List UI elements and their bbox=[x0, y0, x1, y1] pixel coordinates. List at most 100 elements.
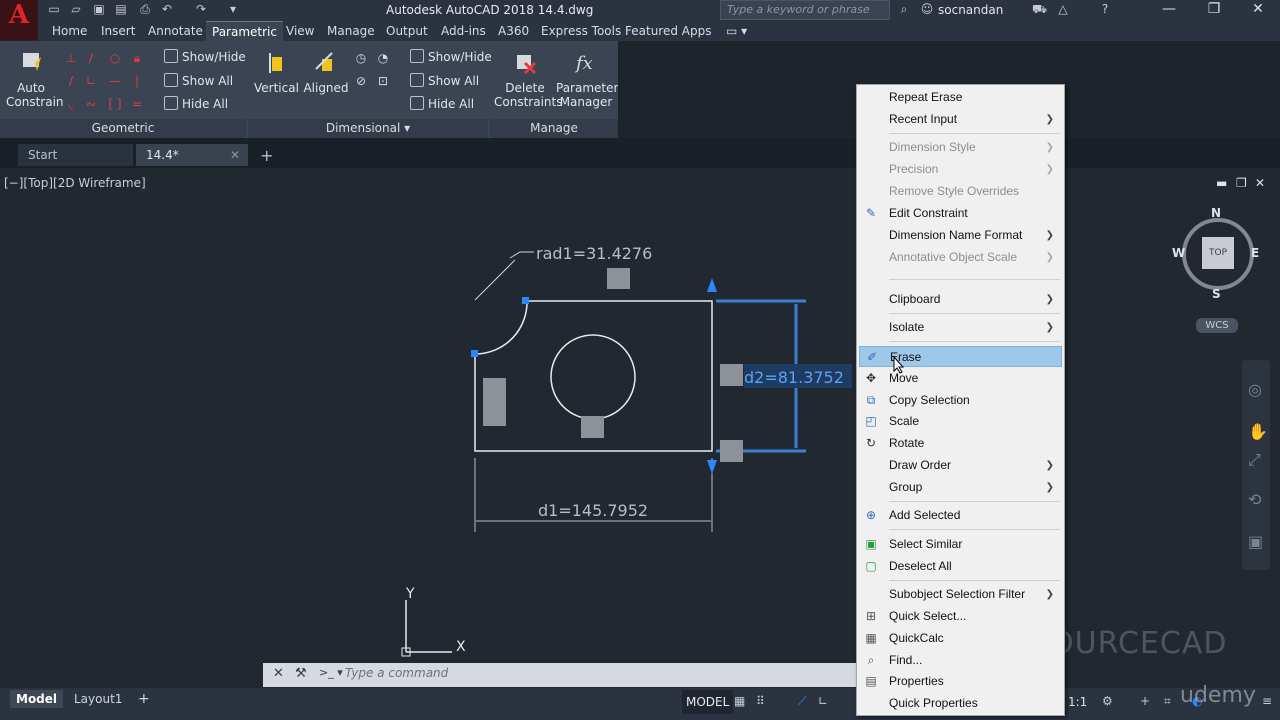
command-prompt-icon[interactable]: >_ ▾ bbox=[319, 666, 343, 679]
file-tab-current[interactable]: 14.4* ✕ bbox=[136, 144, 248, 166]
save-as-icon[interactable]: ▤ bbox=[114, 2, 128, 16]
show-hide-dimensional-button[interactable]: Show/Hide bbox=[410, 48, 492, 66]
add-layout-button[interactable]: + bbox=[132, 690, 156, 708]
tab-home[interactable]: Home bbox=[52, 21, 87, 41]
menu-item-copy-selection[interactable]: ⧉ Copy Selection bbox=[859, 390, 1062, 411]
close-command-line-icon[interactable]: ✕ bbox=[273, 666, 284, 681]
circle-entity[interactable] bbox=[550, 334, 636, 420]
menu-item-recent-input[interactable]: Recent Input ❯ bbox=[859, 109, 1062, 130]
search-input[interactable]: Type a keyword or phrase bbox=[720, 0, 890, 20]
hide-all-dimensional-button[interactable]: Hide All bbox=[410, 95, 474, 113]
menu-item-quick-properties[interactable]: Quick Properties bbox=[859, 693, 1062, 714]
constraint-marker[interactable] bbox=[720, 364, 743, 386]
hide-all-geometric-button[interactable]: Hide All bbox=[164, 95, 228, 113]
layout1-tab[interactable]: Layout1 bbox=[68, 690, 128, 708]
maximize-button[interactable]: ❐ bbox=[1192, 0, 1236, 20]
parallel-icon[interactable]: ∕ bbox=[64, 74, 78, 88]
showmotion-icon[interactable]: ▣ bbox=[1248, 532, 1263, 551]
tab-add-ins[interactable]: Add-ins bbox=[441, 21, 486, 41]
constraint-marker[interactable] bbox=[483, 378, 506, 426]
parameters-manager-button[interactable]: fx Parameters Manager bbox=[556, 49, 625, 109]
aligned-dim-button[interactable]: Aligned bbox=[302, 49, 350, 95]
steering-wheel-icon[interactable]: ◎ bbox=[1248, 380, 1262, 399]
menu-item-dimension-name-format[interactable]: Dimension Name Format ❯ bbox=[859, 225, 1062, 246]
redo-icon[interactable]: ↷ bbox=[194, 2, 208, 16]
menu-item-group[interactable]: Group ❯ bbox=[859, 477, 1062, 498]
minimize-button[interactable]: — bbox=[1147, 0, 1191, 20]
save-icon[interactable]: ▣ bbox=[92, 2, 106, 16]
diameter-dim-icon[interactable]: ⊘ bbox=[354, 74, 368, 88]
grip-arrow-down[interactable] bbox=[707, 460, 717, 474]
d2-dimension-text[interactable]: d2=81.3752 bbox=[744, 368, 844, 387]
grip-point[interactable] bbox=[471, 350, 478, 357]
menu-item-add-selected[interactable]: ⊕ Add Selected bbox=[859, 505, 1062, 526]
compass-north[interactable]: N bbox=[1211, 206, 1221, 220]
compass-south[interactable]: S bbox=[1212, 287, 1221, 301]
vertical-dim-button[interactable]: Vertical bbox=[254, 49, 299, 95]
tab-annotate[interactable]: Annotate bbox=[148, 21, 203, 41]
menu-item-find[interactable]: ⌕ Find... bbox=[859, 650, 1062, 671]
show-all-geometric-button[interactable]: Show All bbox=[164, 72, 233, 90]
angular-dim-icon[interactable]: ◷ bbox=[354, 51, 368, 65]
auto-constrain-button[interactable]: Auto Constrain bbox=[6, 49, 64, 109]
compass-west[interactable]: W bbox=[1172, 246, 1185, 260]
radius-dim-icon[interactable]: ◔ bbox=[376, 51, 390, 65]
new-tab-icon[interactable]: + bbox=[260, 146, 273, 165]
menu-item-quickcalc[interactable]: ▦ QuickCalc bbox=[859, 628, 1062, 649]
undo-icon[interactable]: ↶ bbox=[160, 2, 174, 16]
viewport-minimize-icon[interactable]: ▬ bbox=[1216, 176, 1227, 190]
equal-icon[interactable]: = bbox=[130, 97, 144, 111]
tab-view[interactable]: View bbox=[286, 21, 314, 41]
menu-item-select-similar[interactable]: ▣ Select Similar bbox=[859, 534, 1062, 555]
menu-item-deselect-all[interactable]: ▢ Deselect All bbox=[859, 556, 1062, 577]
zoom-extents-icon[interactable]: ⤢ bbox=[1248, 450, 1261, 470]
menu-item-scale[interactable]: ◰ Scale bbox=[859, 411, 1062, 432]
compass-east[interactable]: E bbox=[1251, 246, 1259, 260]
workspace-gear-icon[interactable]: ⚙ bbox=[1102, 694, 1113, 708]
grip-arrow-up[interactable] bbox=[707, 278, 717, 292]
model-tab[interactable]: Model bbox=[10, 690, 64, 708]
menu-item-repeat-erase[interactable]: Repeat Erase bbox=[859, 87, 1062, 108]
menu-item-properties[interactable]: ▤ Properties bbox=[859, 671, 1062, 692]
viewport-controls-label[interactable]: [−][Top][2D Wireframe] bbox=[4, 176, 146, 190]
coincident-icon[interactable]: ⊥ bbox=[64, 51, 78, 65]
viewport-close-icon[interactable]: ✕ bbox=[1255, 176, 1265, 190]
menu-item-erase[interactable]: ✐ Erase bbox=[859, 346, 1062, 367]
tab-express-tools[interactable]: Express Tools bbox=[541, 21, 621, 41]
show-all-dimensional-button[interactable]: Show All bbox=[410, 72, 479, 90]
tangent-icon[interactable]: ◟ bbox=[64, 97, 78, 111]
wcs-menu[interactable]: WCS bbox=[1196, 318, 1238, 333]
menu-item-edit-constraint[interactable]: ✎ Edit Constraint bbox=[859, 203, 1062, 224]
constraint-marker[interactable] bbox=[720, 440, 743, 462]
symmetric-icon[interactable]: [ ] bbox=[108, 97, 122, 111]
tab-insert[interactable]: Insert bbox=[101, 21, 135, 41]
user-name[interactable]: socnandan bbox=[938, 3, 1003, 17]
constraint-marker[interactable] bbox=[581, 416, 604, 438]
cart-icon[interactable]: ⛟ bbox=[1032, 2, 1047, 16]
menu-item-draw-order[interactable]: Draw Order ❯ bbox=[859, 455, 1062, 476]
constraint-marker[interactable] bbox=[607, 268, 630, 289]
fix-icon[interactable]: 🔒︎ bbox=[130, 51, 144, 65]
tab-manage[interactable]: Manage bbox=[327, 21, 375, 41]
units-icon[interactable]: ⌗ bbox=[1164, 694, 1171, 709]
binoculars-icon[interactable]: ⌕ bbox=[897, 2, 911, 16]
menu-item-rotate[interactable]: ↻ Rotate bbox=[859, 433, 1062, 454]
dimensional-panel-label[interactable]: Dimensional ▾ bbox=[248, 119, 488, 138]
menu-item-quick-select[interactable]: ⊞ Quick Select... bbox=[859, 606, 1062, 627]
viewport-restore-icon[interactable]: ❐ bbox=[1236, 176, 1247, 190]
grid-icon[interactable]: ▦ bbox=[734, 694, 745, 708]
user-icon[interactable]: ☺ bbox=[920, 2, 934, 16]
plot-icon[interactable]: ⎙ bbox=[138, 2, 152, 16]
command-input[interactable]: Type a command bbox=[345, 666, 448, 680]
file-tab-start[interactable]: Start bbox=[18, 144, 133, 166]
radius-dimension-text[interactable]: rad1=31.4276 bbox=[536, 244, 652, 263]
new-file-icon[interactable]: ▭ bbox=[47, 2, 61, 16]
tab-parametric[interactable]: Parametric bbox=[206, 21, 283, 41]
horizontal-icon[interactable]: — bbox=[108, 74, 122, 88]
customize-wrench-icon[interactable]: ⚒ bbox=[295, 666, 307, 681]
delete-constraints-button[interactable]: Delete Constraints bbox=[494, 49, 562, 109]
application-menu-button[interactable]: A bbox=[0, 0, 38, 40]
close-tab-icon[interactable]: ✕ bbox=[230, 144, 240, 166]
menu-item-isolate[interactable]: Isolate ❯ bbox=[859, 317, 1062, 338]
customize-qat-icon[interactable]: ▾ bbox=[226, 2, 240, 16]
